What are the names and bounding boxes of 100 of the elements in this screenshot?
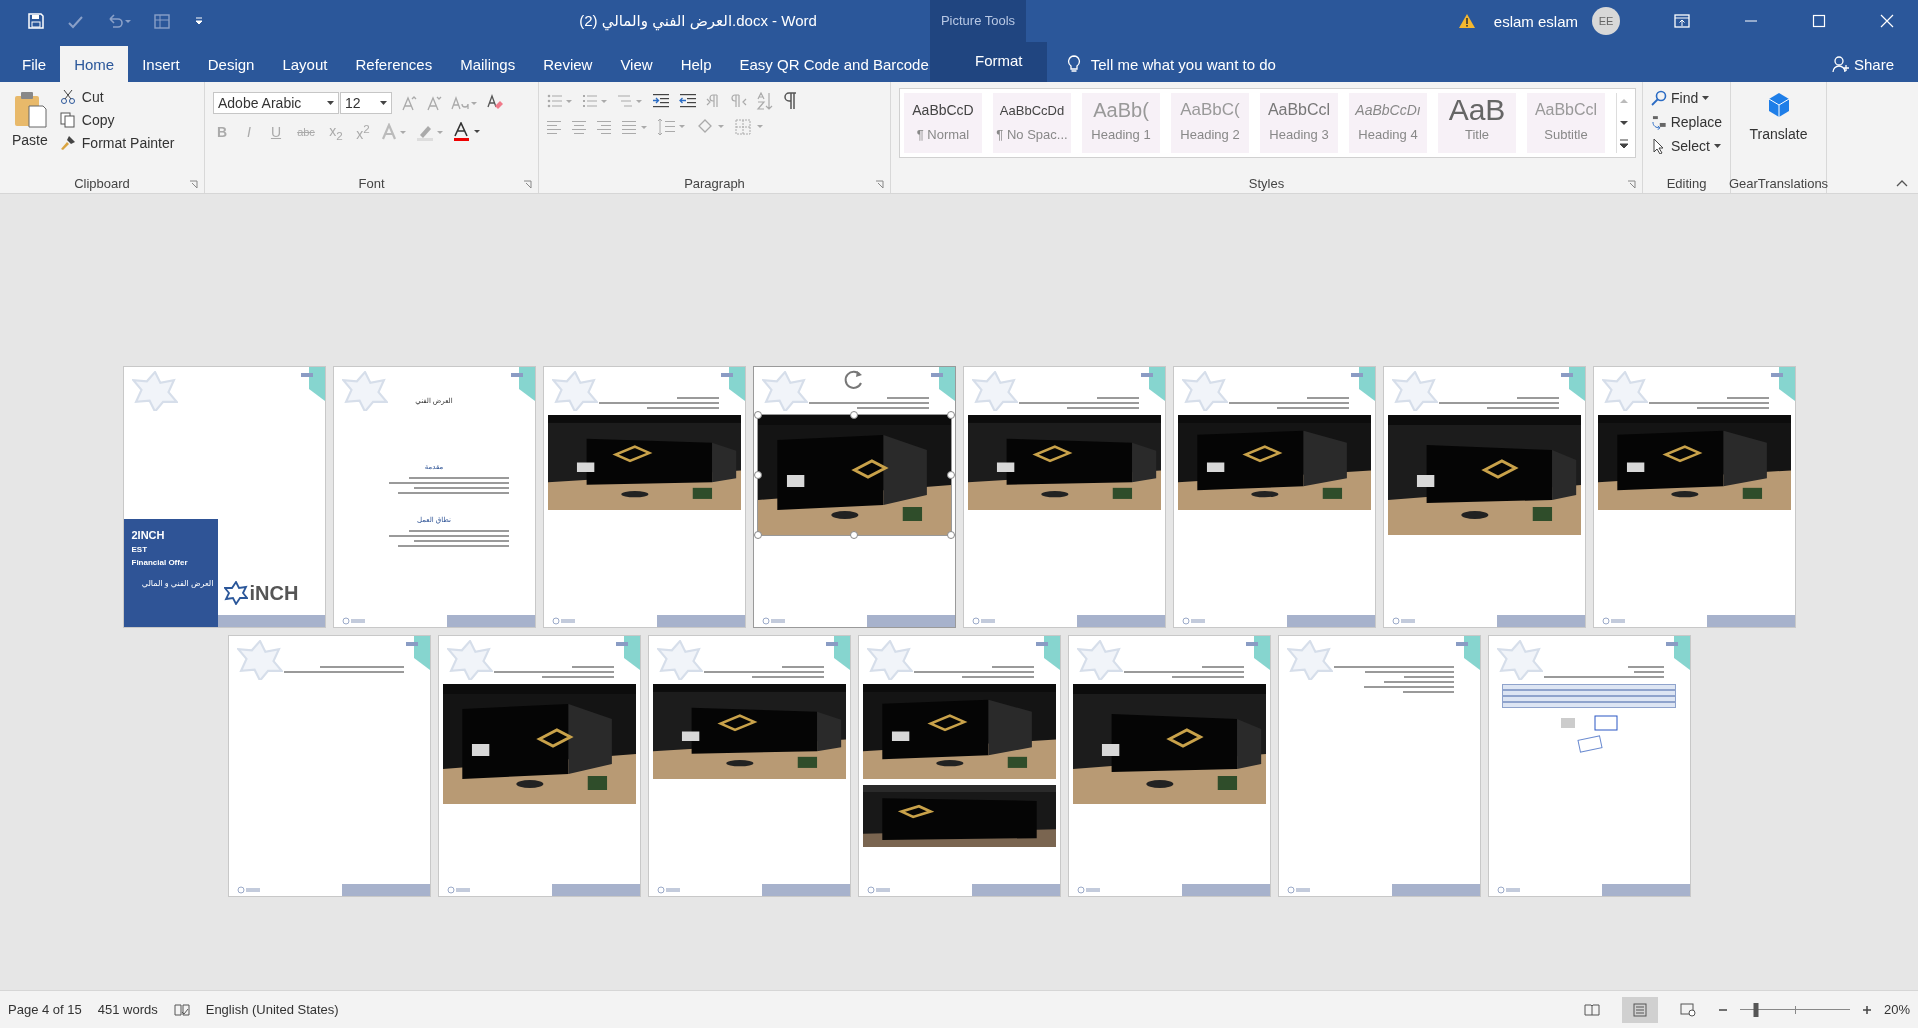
ribbon-display-icon[interactable] (1674, 14, 1690, 28)
clipboard-command[interactable]: Format Painter (59, 134, 175, 152)
justify-icon[interactable] (622, 120, 648, 134)
page-thumbnail[interactable] (1172, 366, 1376, 628)
page-thumbnail[interactable] (227, 635, 431, 897)
user-avatar[interactable]: EE (1592, 7, 1620, 35)
user-name[interactable]: eslam eslam (1493, 12, 1578, 30)
page-thumbnail[interactable] (1487, 635, 1691, 897)
proofing-icon[interactable] (173, 1002, 190, 1017)
numbering-icon[interactable] (582, 93, 608, 109)
page-thumbnail[interactable] (437, 635, 641, 897)
dialog-launcher-icon[interactable] (875, 180, 884, 189)
highlighter-icon[interactable] (416, 123, 444, 141)
page-count[interactable]: Page 4 of 15 (8, 1002, 82, 1017)
save-icon[interactable] (28, 13, 44, 29)
pilcrow-icon[interactable] (783, 92, 797, 110)
page-thumbnail[interactable] (752, 366, 956, 628)
increase-indent-icon[interactable] (679, 93, 697, 109)
ribbon-tab[interactable]: Home (60, 46, 129, 82)
text-effects-icon[interactable] (381, 123, 407, 141)
clipboard-icon (12, 90, 47, 128)
font-size-field[interactable]: 12 (340, 92, 392, 114)
editing-command[interactable]: Replace (1651, 114, 1722, 130)
resize-handle[interactable] (753, 531, 762, 539)
undo-icon[interactable] (106, 13, 132, 29)
form-icon[interactable] (154, 13, 172, 29)
page-thumbnail[interactable] (962, 366, 1166, 628)
grow-font-icon[interactable] (401, 95, 417, 111)
editing-command[interactable]: Find (1651, 90, 1722, 106)
star-watermark-icon (971, 371, 1018, 411)
resize-handle[interactable] (946, 471, 955, 479)
maximize-icon[interactable] (1812, 14, 1826, 28)
page-thumbnail[interactable] (857, 635, 1061, 897)
zoom-level[interactable]: 20% (1883, 1002, 1910, 1017)
clipboard-command[interactable]: Cut (59, 88, 175, 106)
tell-me-search[interactable]: Tell me what you want to do (1066, 46, 1276, 82)
page-thumbnail[interactable] (647, 635, 851, 897)
share-button[interactable]: Share (1831, 46, 1894, 82)
dialog-launcher-icon[interactable] (189, 180, 198, 189)
rotate-handle-icon[interactable] (843, 369, 865, 391)
shrink-font-icon[interactable] (426, 95, 442, 111)
borders-icon[interactable] (735, 118, 765, 136)
paste-button[interactable]: Paste (8, 88, 52, 173)
line-spacing-icon[interactable] (657, 118, 687, 136)
view-button[interactable] (1621, 996, 1658, 1023)
style-item[interactable]: AaBbCcDd ¶ No Spac... (993, 93, 1071, 153)
warning-icon[interactable] (1457, 13, 1476, 29)
ribbon-tab[interactable]: Help (666, 46, 726, 82)
style-item[interactable]: AaBbCcl Heading 3 (1260, 93, 1338, 153)
clipboard-command[interactable]: Copy (59, 111, 175, 129)
style-preview: AaBb( (1093, 97, 1149, 123)
dialog-launcher-icon[interactable] (1627, 180, 1636, 189)
lightbulb-icon (1066, 55, 1081, 73)
ribbon-tab[interactable]: View (606, 46, 667, 82)
font-name-field[interactable]: Adobe Arabic (213, 92, 339, 114)
align-center-icon[interactable] (572, 120, 588, 134)
change-case-icon[interactable] (451, 95, 477, 111)
align-left-icon[interactable] (547, 120, 563, 134)
font-color-icon[interactable] (453, 122, 481, 142)
resize-handle[interactable] (753, 471, 762, 479)
replace-icon (1651, 114, 1667, 130)
multilevel-list-icon[interactable] (617, 93, 643, 109)
page-thumbnail[interactable] (542, 366, 746, 628)
style-item[interactable]: AaB Title (1438, 93, 1516, 153)
ribbon-tab[interactable]: Layout (268, 46, 342, 82)
page-thumbnail[interactable] (1277, 635, 1481, 897)
dropdown-caret-icon (380, 101, 387, 105)
resize-handle[interactable] (946, 411, 955, 419)
ribbon-tab[interactable]: Insert (128, 46, 194, 82)
editing-command[interactable]: Select (1651, 138, 1722, 154)
style-item[interactable]: AaBbCcD ¶ Normal (904, 93, 982, 153)
resize-handle[interactable] (946, 531, 955, 539)
word-count[interactable]: 451 words (97, 1002, 158, 1017)
ribbon-tab[interactable]: Review (529, 46, 607, 82)
decrease-indent-icon[interactable] (652, 93, 670, 109)
sort-icon[interactable] (756, 92, 774, 110)
resize-handle[interactable] (850, 531, 858, 539)
align-right-icon[interactable] (597, 120, 613, 134)
corner-decoration-drawing (1140, 367, 1165, 401)
page-thumbnail[interactable] (1067, 635, 1271, 897)
page-thumbnail[interactable] (1382, 366, 1586, 628)
ribbon-tab[interactable]: References (341, 46, 447, 82)
resize-handle[interactable] (850, 411, 858, 419)
translate-button[interactable]: Translate (1739, 88, 1818, 173)
language-indicator[interactable]: English (United States) (205, 1002, 339, 1017)
close-icon[interactable] (1880, 14, 1894, 28)
bullets-icon[interactable] (547, 93, 573, 109)
dialog-launcher-icon[interactable] (523, 180, 532, 189)
zoom-in-icon[interactable] (1861, 1004, 1872, 1015)
customize-caret-icon[interactable] (194, 16, 204, 26)
resize-handle[interactable] (753, 411, 762, 419)
clear-formatting-icon[interactable] (486, 94, 504, 112)
ribbon-tab[interactable]: Mailings (446, 46, 530, 82)
ribbon-tab[interactable]: Design (193, 46, 269, 82)
star-watermark-icon (446, 640, 493, 680)
collapse-ribbon-icon[interactable] (1896, 179, 1908, 187)
zoom-slider-thumb[interactable] (1753, 1002, 1759, 1017)
ribbon-tab[interactable]: File (8, 46, 61, 82)
right-to-left-icon[interactable] (731, 93, 747, 109)
page-thumbnail[interactable] (1592, 366, 1796, 628)
